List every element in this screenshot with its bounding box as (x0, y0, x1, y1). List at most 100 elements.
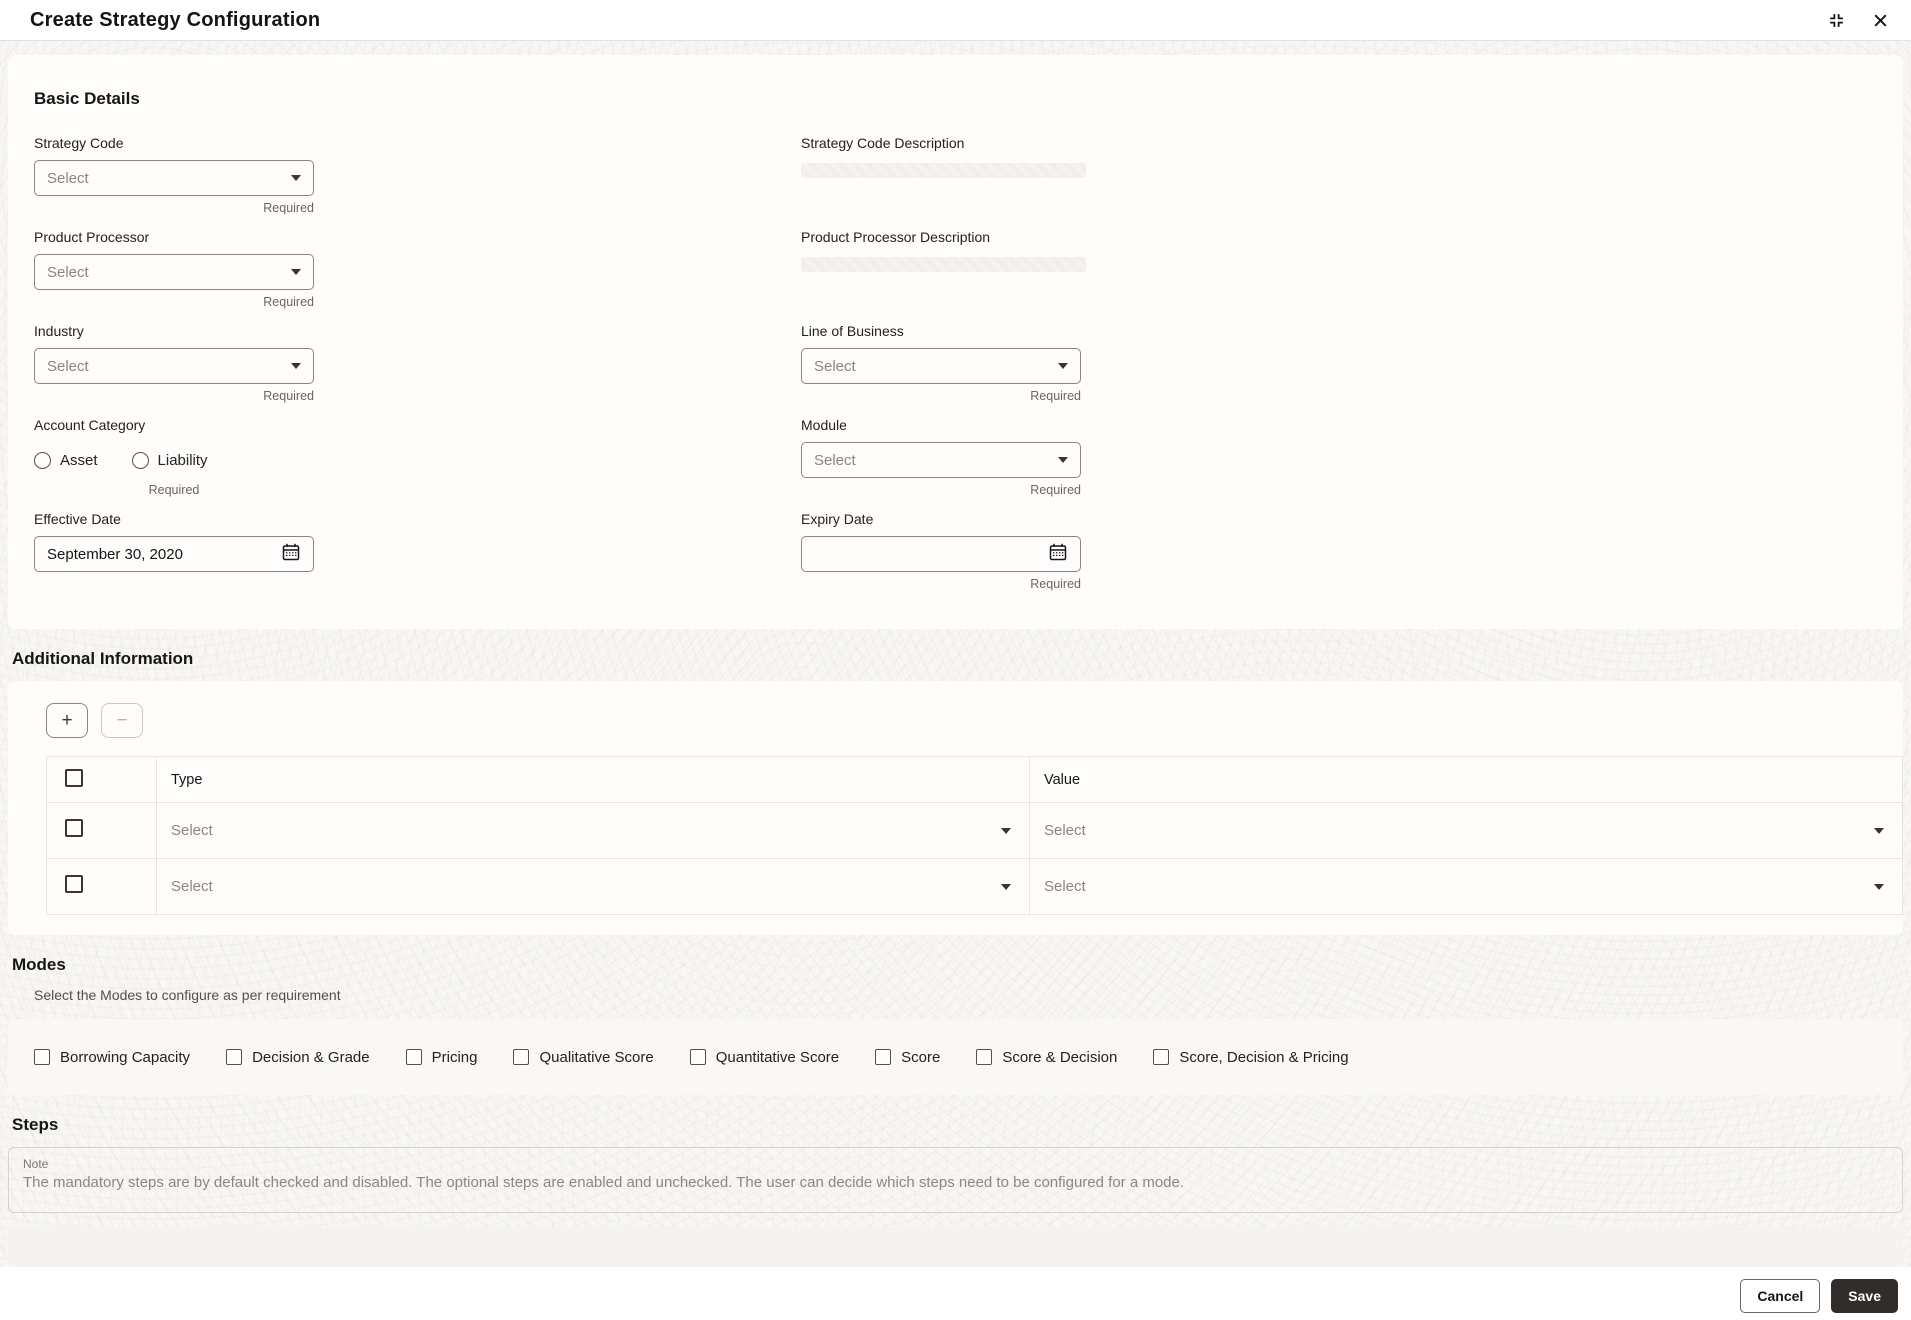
cancel-button[interactable]: Cancel (1740, 1279, 1821, 1313)
steps-note-box: Note The mandatory steps are by default … (8, 1147, 1903, 1213)
chevron-down-icon (1058, 363, 1068, 369)
checkbox-icon[interactable] (1153, 1049, 1170, 1065)
column-header-value: Value (1029, 756, 1903, 803)
module-select[interactable]: Select (801, 442, 1081, 478)
mode-checkbox-score[interactable]: Score (875, 1049, 940, 1066)
required-hint: Required (1030, 577, 1081, 591)
page-title: Create Strategy Configuration (30, 8, 321, 31)
table-header-row: Type Value (46, 756, 1903, 803)
chevron-down-icon (291, 269, 301, 275)
remove-row-button[interactable]: − (101, 703, 143, 738)
industry-select[interactable]: Select (34, 348, 314, 384)
additional-information-table: Type Value Select Select Select Select (46, 756, 1903, 915)
radio-icon[interactable] (131, 451, 149, 469)
checkbox-icon[interactable] (226, 1049, 243, 1065)
column-header-type: Type (156, 756, 1030, 803)
checkbox-icon[interactable] (976, 1049, 993, 1065)
table-row: Select Select (46, 802, 1903, 859)
product-processor-field: Product Processor Select Required (34, 229, 314, 309)
radio-icon[interactable] (34, 451, 51, 469)
effective-date-label: Effective Date (34, 511, 121, 527)
table-row: Select Select (46, 858, 1903, 915)
add-row-button[interactable]: + (46, 703, 88, 738)
row-checkbox[interactable] (65, 819, 83, 837)
checkbox-icon[interactable] (513, 1049, 530, 1065)
additional-information-card: + − Type Value Select Select Select Sele… (8, 681, 1903, 935)
chevron-down-icon (1001, 883, 1011, 890)
required-hint: Required (148, 483, 200, 497)
checkbox-icon[interactable] (875, 1049, 892, 1065)
checkbox-icon[interactable] (405, 1049, 422, 1065)
row-value-select[interactable]: Select (1030, 859, 1902, 914)
mode-checkbox-qualitative-score[interactable]: Qualitative Score (513, 1049, 654, 1066)
mode-checkbox-borrowing-capacity[interactable]: Borrowing Capacity (34, 1049, 190, 1066)
strategy-code-label: Strategy Code (34, 135, 124, 151)
save-button[interactable]: Save (1831, 1279, 1898, 1313)
required-hint: Required (263, 389, 314, 403)
expiry-date-label: Expiry Date (801, 511, 874, 527)
mode-checkbox-quantitative-score[interactable]: Quantitative Score (689, 1049, 839, 1066)
module-field: Module Select Required (801, 417, 1081, 497)
mode-checkbox-score-decision[interactable]: Score & Decision (976, 1049, 1117, 1066)
chevron-down-icon (1874, 827, 1884, 834)
mode-checkbox-score-decision-pricing[interactable]: Score, Decision & Pricing (1153, 1049, 1349, 1066)
steps-empty-panel (8, 1227, 1903, 1267)
modes-description: Select the Modes to configure as per req… (34, 987, 341, 1003)
module-label: Module (801, 417, 847, 433)
account-category-radio-asset[interactable]: Asset (34, 451, 98, 469)
account-category-field: Account Category Asset Liability Require… (34, 417, 314, 497)
strategy-code-description-value (801, 163, 1086, 178)
close-icon[interactable] (1869, 9, 1891, 31)
chevron-down-icon (1001, 827, 1011, 834)
collapse-panel-icon[interactable] (1825, 9, 1847, 31)
required-hint: Required (263, 201, 314, 215)
chevron-down-icon (291, 363, 301, 369)
effective-date-input[interactable]: September 30, 2020 (34, 536, 314, 572)
note-label: Note (23, 1157, 49, 1171)
expiry-date-field: Expiry Date Required (801, 511, 1081, 591)
required-hint: Required (263, 295, 314, 309)
chevron-down-icon (1874, 883, 1884, 890)
strategy-code-select[interactable]: Select (34, 160, 314, 196)
effective-date-field: Effective Date September 30, 2020 (34, 511, 314, 572)
row-checkbox[interactable] (65, 875, 83, 893)
product-processor-description-field: Product Processor Description (801, 229, 1086, 272)
line-of-business-label: Line of Business (801, 323, 904, 339)
product-processor-description-label: Product Processor Description (801, 229, 991, 245)
line-of-business-select[interactable]: Select (801, 348, 1081, 384)
industry-field: Industry Select Required (34, 323, 314, 403)
basic-details-heading: Basic Details (34, 89, 140, 108)
mode-checkbox-pricing[interactable]: Pricing (405, 1049, 477, 1066)
strategy-code-field: Strategy Code Select Required (34, 135, 314, 215)
modes-strip: Borrowing Capacity Decision & Grade Pric… (8, 1019, 1903, 1095)
modes-heading: Modes (12, 955, 66, 974)
expiry-date-input[interactable] (801, 536, 1081, 572)
additional-information-heading: Additional Information (12, 649, 194, 668)
row-type-select[interactable]: Select (157, 803, 1029, 858)
chevron-down-icon (291, 175, 301, 181)
select-all-checkbox[interactable] (65, 768, 83, 787)
account-category-label: Account Category (34, 417, 146, 433)
checkbox-icon[interactable] (689, 1049, 706, 1065)
chevron-down-icon (1058, 457, 1068, 463)
strategy-code-description-label: Strategy Code Description (801, 135, 965, 151)
steps-heading: Steps (12, 1115, 59, 1134)
dialog-footer: Cancel Save (0, 1267, 1911, 1320)
calendar-icon[interactable] (281, 542, 301, 567)
product-processor-label: Product Processor (34, 229, 150, 245)
required-hint: Required (1030, 483, 1081, 497)
mode-checkbox-decision-grade[interactable]: Decision & Grade (226, 1049, 370, 1066)
dialog-titlebar: Create Strategy Configuration (0, 0, 1911, 41)
note-text: The mandatory steps are by default check… (23, 1174, 1185, 1191)
row-type-select[interactable]: Select (157, 859, 1029, 914)
strategy-code-description-field: Strategy Code Description (801, 135, 1086, 178)
account-category-radio-liability[interactable]: Liability (131, 451, 208, 469)
product-processor-description-value (801, 257, 1086, 272)
titlebar-actions (1825, 9, 1891, 31)
basic-details-card: Basic Details Strategy Code Select Requi… (8, 55, 1903, 629)
row-value-select[interactable]: Select (1030, 803, 1902, 858)
product-processor-select[interactable]: Select (34, 254, 314, 290)
industry-label: Industry (34, 323, 84, 339)
calendar-icon[interactable] (1048, 542, 1068, 567)
checkbox-icon[interactable] (34, 1049, 50, 1065)
